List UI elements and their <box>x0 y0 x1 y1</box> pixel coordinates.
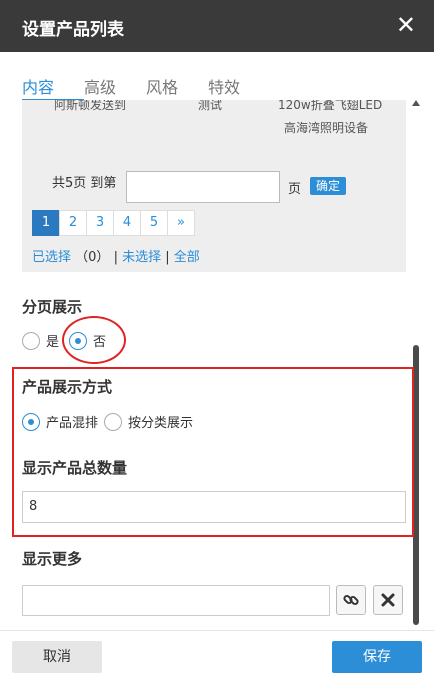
tab-advanced[interactable]: 高级 <box>84 74 116 100</box>
display-mode-title: 产品展示方式 <box>22 378 113 396</box>
total-count-title: 显示产品总数量 <box>22 459 128 477</box>
pagination: 1 2 3 4 5 » <box>32 210 195 236</box>
close-icon <box>381 593 395 607</box>
category-display-radio[interactable] <box>104 412 123 431</box>
separator: | <box>113 250 118 265</box>
dialog-footer: 取消 保存 <box>0 630 434 683</box>
settings-dialog: 设置产品列表 ✕ 内容 高级 风格 特效 阿斯顿发送到 测试 120w折叠飞翅L… <box>0 0 434 683</box>
next-page-button[interactable]: » <box>167 210 195 236</box>
product-item-name[interactable]: 120w折叠飞翅LED <box>278 100 382 113</box>
page-button-5[interactable]: 5 <box>140 210 168 236</box>
product-item-name[interactable]: 测试 <box>198 100 222 113</box>
page-jump-input[interactable] <box>126 171 280 203</box>
page-button-3[interactable]: 3 <box>86 210 114 236</box>
page-suffix-text: 页 <box>288 182 302 197</box>
link-button[interactable] <box>336 585 366 615</box>
total-count-input[interactable]: 8 <box>22 491 406 523</box>
jump-to-text: 到第 <box>90 176 117 191</box>
highlight-circle-annotation <box>62 316 126 364</box>
show-more-title: 显示更多 <box>22 550 83 568</box>
total-pages-text: 共5页 <box>52 176 87 191</box>
dialog-title: 设置产品列表 <box>22 20 124 40</box>
tab-style[interactable]: 风格 <box>146 74 178 100</box>
category-display-label: 按分类展示 <box>128 416 194 431</box>
product-selector-panel: 阿斯顿发送到 测试 120w折叠飞翅LED 高海湾照明设备 共5页 到第 页 确… <box>22 100 406 272</box>
all-filter-link[interactable]: 全部 <box>174 250 200 265</box>
dialog-titlebar: 设置产品列表 ✕ <box>0 0 434 52</box>
close-icon[interactable]: ✕ <box>396 10 416 40</box>
selected-count: （0） <box>75 250 110 265</box>
selected-filter-link[interactable]: 已选择 <box>32 250 71 265</box>
page-jump-label: 共5页 到第 <box>52 172 116 191</box>
pagination-display-title: 分页展示 <box>22 298 83 316</box>
pagination-yes-radio[interactable] <box>22 331 40 350</box>
display-mode-options: 产品混排 按分类展示 <box>22 412 193 431</box>
cancel-button[interactable]: 取消 <box>12 641 102 673</box>
link-icon <box>343 594 359 606</box>
page-button-4[interactable]: 4 <box>113 210 141 236</box>
page-button-1[interactable]: 1 <box>32 210 60 236</box>
tab-bar: 内容 高级 风格 特效 <box>22 74 270 100</box>
scroll-up-arrow-icon[interactable] <box>412 100 420 106</box>
show-more-link-input[interactable] <box>22 585 330 616</box>
mixed-display-label: 产品混排 <box>46 416 99 431</box>
separator: | <box>165 250 170 265</box>
pagination-yes-label: 是 <box>46 335 60 350</box>
confirm-page-button[interactable]: 确定 <box>310 177 346 195</box>
product-item-subtext: 高海湾照明设备 <box>284 121 369 135</box>
clear-link-button[interactable] <box>373 585 403 615</box>
page-button-2[interactable]: 2 <box>59 210 87 236</box>
selection-filter-row: 已选择 （0） | 未选择 | 全部 <box>32 246 200 265</box>
tab-content[interactable]: 内容 <box>22 74 54 100</box>
unselected-filter-link[interactable]: 未选择 <box>122 250 161 265</box>
save-button[interactable]: 保存 <box>332 641 422 673</box>
product-item-name[interactable]: 阿斯顿发送到 <box>54 100 126 113</box>
tab-effects[interactable]: 特效 <box>208 74 240 100</box>
mixed-display-radio[interactable] <box>22 412 40 431</box>
